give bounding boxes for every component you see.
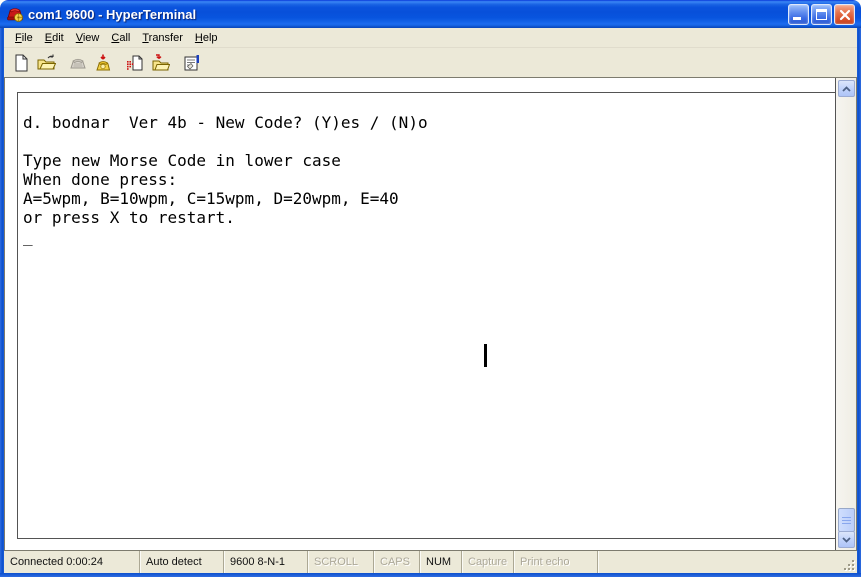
hang-up-icon: [93, 53, 113, 73]
hyperterminal-phone-icon: [6, 5, 24, 23]
status-emulation: Auto detect: [140, 551, 224, 573]
toolbar: [4, 48, 857, 77]
status-caps-lock: CAPS: [374, 551, 420, 573]
maximize-icon: [816, 9, 827, 20]
terminal-line: d. bodnar Ver 4b - New Code? (Y)es / (N)…: [23, 113, 830, 132]
receive-button[interactable]: [147, 51, 172, 75]
terminal-content-area: d. bodnar Ver 4b - New Code? (Y)es / (N)…: [4, 77, 857, 551]
status-connected: Connected 0:00:24: [4, 551, 140, 573]
menu-bar: File Edit View Call Transfer Help: [4, 28, 857, 48]
menu-call[interactable]: Call: [105, 29, 136, 47]
minimize-button[interactable]: [788, 4, 809, 25]
title-bar[interactable]: com1 9600 - HyperTerminal: [0, 0, 861, 28]
close-icon: [835, 5, 856, 26]
terminal-line: A=5wpm, B=10wpm, C=15wpm, D=20wpm, E=40: [23, 189, 830, 208]
menu-edit[interactable]: Edit: [39, 29, 70, 47]
chevron-up-icon: [842, 86, 851, 92]
status-filler: [598, 551, 857, 573]
terminal-line: [23, 132, 830, 151]
vertical-scrollbar[interactable]: [835, 78, 856, 550]
open-icon: [36, 53, 56, 73]
terminal-output: d. bodnar Ver 4b - New Code? (Y)es / (N)…: [18, 93, 835, 246]
send-icon: [125, 53, 145, 73]
status-bar: Connected 0:00:24 Auto detect 9600 8-N-1…: [4, 551, 857, 573]
properties-icon: [182, 53, 202, 73]
terminal-line: When done press:: [23, 170, 830, 189]
status-baud: 9600 8-N-1: [224, 551, 308, 573]
menu-transfer[interactable]: Transfer: [136, 29, 189, 47]
terminal-line: Type new Morse Code in lower case: [23, 151, 830, 170]
menu-help[interactable]: Help: [189, 29, 224, 47]
close-button[interactable]: [834, 4, 855, 25]
call-icon: [68, 53, 88, 73]
maximize-button[interactable]: [811, 4, 832, 25]
resize-grip-icon[interactable]: [842, 558, 856, 572]
status-scroll-lock: SCROLL: [308, 551, 374, 573]
scrollbar-thumb[interactable]: [838, 508, 855, 532]
send-button[interactable]: [122, 51, 147, 75]
new-connection-icon: [11, 53, 31, 73]
status-print-echo: Print echo: [514, 551, 598, 573]
hyperterminal-window: com1 9600 - HyperTerminal File Edit View…: [0, 0, 861, 577]
terminal-line: or press X to restart.: [23, 208, 830, 227]
window-border-bottom: [0, 573, 861, 577]
menu-file[interactable]: File: [9, 29, 39, 47]
open-button[interactable]: [33, 51, 58, 75]
window-border-right: [857, 28, 861, 577]
hang-up-button[interactable]: [90, 51, 115, 75]
window-border-left: [0, 28, 4, 577]
scroll-up-button[interactable]: [838, 80, 855, 97]
status-capture: Capture: [462, 551, 514, 573]
call-button[interactable]: [65, 51, 90, 75]
i-beam-cursor: [484, 344, 487, 367]
window-title: com1 9600 - HyperTerminal: [28, 7, 788, 22]
new-connection-button[interactable]: [8, 51, 33, 75]
chevron-down-icon: [842, 537, 851, 543]
receive-icon: [150, 53, 170, 73]
status-num-lock: NUM: [420, 551, 462, 573]
properties-button[interactable]: [179, 51, 204, 75]
scroll-down-button[interactable]: [838, 531, 855, 548]
terminal-screen[interactable]: d. bodnar Ver 4b - New Code? (Y)es / (N)…: [17, 92, 835, 539]
terminal-cursor-line: _: [23, 227, 830, 246]
menu-view[interactable]: View: [70, 29, 106, 47]
minimize-icon: [793, 17, 801, 20]
